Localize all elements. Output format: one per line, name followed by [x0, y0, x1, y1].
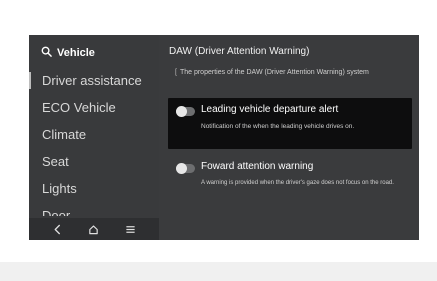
search-icon[interactable] — [41, 46, 52, 60]
sidebar-item-lights[interactable]: Lights — [29, 175, 159, 202]
menu-button[interactable] — [123, 221, 139, 237]
sidebar-item-label: ECO Vehicle — [42, 100, 116, 115]
sidebar-item-driver-assistance[interactable]: Driver assistance — [29, 67, 159, 94]
home-button[interactable] — [86, 221, 102, 237]
sidebar-item-label: Door — [42, 208, 71, 216]
page-description: [The properties of the DAW (Driver Atten… — [175, 68, 407, 77]
forward-attention-toggle[interactable] — [176, 163, 195, 174]
page-title: DAW (Driver Attention Warning) — [169, 46, 310, 57]
leading-vehicle-departure-toggle[interactable] — [176, 106, 195, 117]
option-description: A warning is provided when the driver's … — [201, 180, 394, 186]
back-icon — [54, 224, 60, 234]
option-description: Notification of the when the leading veh… — [201, 123, 355, 130]
toggle-knob — [176, 163, 187, 174]
option-label: Foward attention warning — [201, 161, 314, 172]
sidebar-list: Driver assistance ECO Vehicle Climate Se… — [29, 67, 159, 216]
option-forward-attention-warning[interactable]: Foward attention warning A warning is pr… — [168, 155, 412, 195]
sidebar-item-label: Lights — [42, 181, 77, 196]
option-leading-vehicle-departure-alert[interactable]: Leading vehicle departure alert Notifica… — [168, 98, 412, 149]
sidebar-item-label: Seat — [42, 154, 69, 169]
sidebar-item-eco-vehicle[interactable]: ECO Vehicle — [29, 94, 159, 121]
option-label: Leading vehicle departure alert — [201, 104, 339, 115]
page: Vehicle Driver assistance ECO Vehicle Cl… — [0, 0, 437, 281]
navigation-bar — [29, 218, 159, 240]
sidebar-header[interactable]: Vehicle — [41, 45, 95, 61]
toggle-knob — [176, 106, 187, 117]
menu-icon — [126, 225, 135, 233]
bottom-band — [0, 262, 437, 281]
home-icon — [89, 224, 99, 234]
sidebar-item-seat[interactable]: Seat — [29, 148, 159, 175]
sidebar-item-label: Driver assistance — [42, 73, 142, 88]
back-button[interactable] — [49, 221, 65, 237]
description-text: The properties of the DAW (Driver Attent… — [179, 69, 369, 76]
sidebar: Vehicle Driver assistance ECO Vehicle Cl… — [29, 35, 159, 240]
sidebar-item-door[interactable]: Door — [29, 202, 159, 216]
description-mark: [ — [175, 69, 177, 76]
main-panel: DAW (Driver Attention Warning) [The prop… — [159, 35, 419, 240]
sidebar-item-climate[interactable]: Climate — [29, 121, 159, 148]
sidebar-header-label: Vehicle — [57, 47, 95, 59]
infotainment-screen: Vehicle Driver assistance ECO Vehicle Cl… — [29, 35, 419, 240]
sidebar-item-label: Climate — [42, 127, 87, 142]
